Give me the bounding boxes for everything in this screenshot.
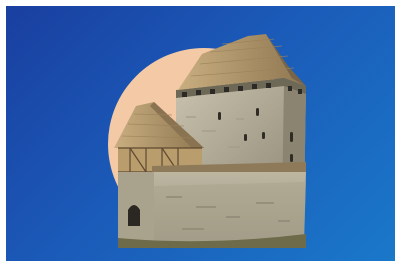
curtain-wall <box>118 162 306 248</box>
castle-illustration <box>108 34 306 248</box>
hero-banner <box>6 6 395 261</box>
